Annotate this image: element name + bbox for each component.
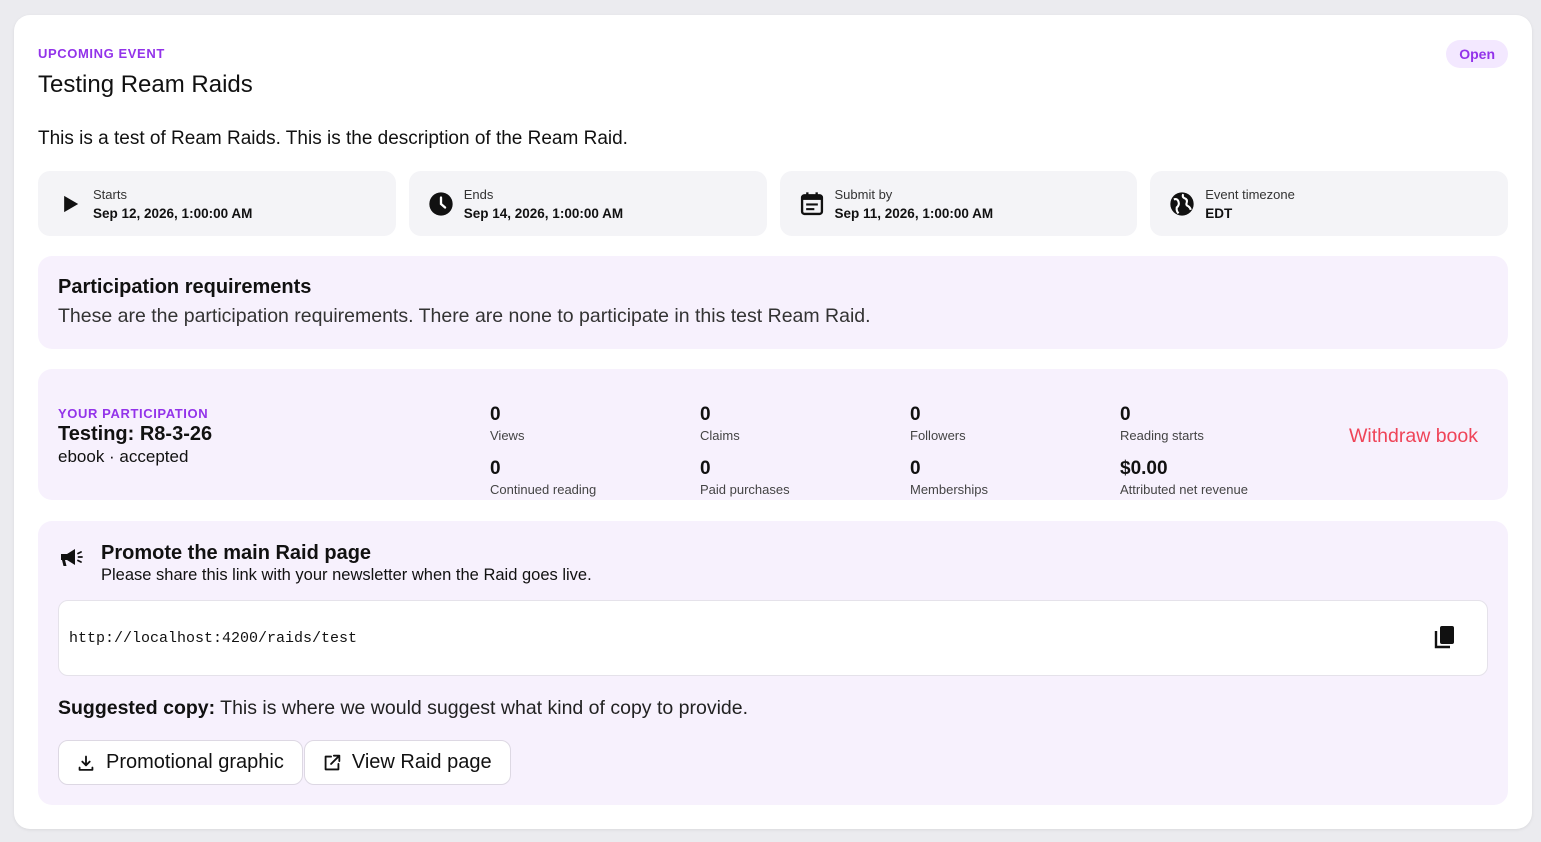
metric-label: Paid purchases	[700, 482, 790, 497]
promote-actions: Promotional graphic View Raid page	[58, 740, 511, 785]
metric-label: Claims	[700, 428, 740, 443]
promotional-graphic-label: Promotional graphic	[106, 751, 284, 773]
info-tile-ends: Ends Sep 14, 2026, 1:00:00 AM	[408, 171, 767, 236]
raid-link-text[interactable]: http://localhost:4200/raids/test	[69, 630, 357, 647]
promote-raid-panel: Promote the main Raid page Please share …	[38, 521, 1508, 805]
participation-eyebrow: YOUR PARTICIPATION	[58, 406, 209, 421]
info-tile-starts: Starts Sep 12, 2026, 1:00:00 AM	[38, 171, 396, 236]
metric-reading-starts: 0 Reading starts	[1120, 404, 1204, 443]
metric-label: Continued reading	[490, 482, 597, 497]
page-title: Testing Ream Raids	[38, 71, 253, 98]
metric-attributed-net-revenue: $0.00 Attributed net revenue	[1120, 458, 1248, 497]
metric-label: Views	[490, 428, 525, 443]
participation-subtitle: ebook · accepted	[58, 447, 189, 466]
suggested-copy: Suggested copy: This is where we would s…	[58, 697, 748, 720]
view-raid-page-button[interactable]: View Raid page	[303, 740, 511, 785]
info-label: Ends	[463, 186, 494, 202]
globe-icon	[1170, 191, 1194, 216]
download-icon	[78, 755, 94, 771]
megaphone-icon	[61, 549, 83, 566]
view-raid-page-label: View Raid page	[351, 751, 492, 773]
suggested-copy-label: Suggested copy:	[58, 697, 216, 719]
calendar-icon	[800, 191, 823, 215]
play-icon	[64, 195, 79, 212]
copy-link-button[interactable]	[1431, 623, 1459, 653]
event-eyebrow: UPCOMING EVENT	[38, 46, 165, 61]
raid-link-field[interactable]: http://localhost:4200/raids/test	[58, 600, 1488, 676]
withdraw-book-button[interactable]: Withdraw book	[1349, 425, 1478, 448]
metric-value: 0	[1120, 404, 1131, 425]
requirements-title: Participation requirements	[58, 276, 312, 298]
info-value: Sep 11, 2026, 1:00:00 AM	[834, 205, 994, 221]
promote-subtitle: Please share this link with your newslet…	[101, 566, 592, 584]
event-description: This is a test of Ream Raids. This is th…	[38, 128, 628, 149]
requirements-text: These are the participation requirements…	[58, 305, 871, 327]
metric-paid-purchases: 0 Paid purchases	[700, 458, 790, 497]
info-value: Sep 14, 2026, 1:00:00 AM	[463, 205, 624, 221]
metric-continued-reading: 0 Continued reading	[490, 458, 596, 497]
metric-label: Followers	[910, 428, 966, 443]
metric-followers: 0 Followers	[910, 404, 966, 443]
metric-claims: 0 Claims	[700, 404, 740, 443]
metric-label: Reading starts	[1120, 428, 1204, 443]
metric-value: $0.00	[1120, 458, 1168, 479]
promotional-graphic-button[interactable]: Promotional graphic	[58, 740, 303, 785]
info-tile-timezone: Event timezone EDT	[1150, 171, 1508, 236]
metric-value: 0	[700, 458, 711, 479]
metric-views: 0 Views	[490, 404, 524, 443]
info-label: Submit by	[834, 186, 893, 202]
info-value: Sep 12, 2026, 1:00:00 AM	[93, 205, 253, 221]
info-tile-submit-by: Submit by Sep 11, 2026, 1:00:00 AM	[779, 171, 1138, 236]
metric-label: Attributed net revenue	[1120, 482, 1248, 497]
event-info-row: Starts Sep 12, 2026, 1:00:00 AM Ends Sep…	[38, 171, 1508, 236]
metric-memberships: 0 Memberships	[910, 458, 988, 497]
suggested-copy-text: This is where we would suggest what kind…	[215, 697, 749, 719]
info-label: Starts	[93, 186, 127, 202]
copy-icon	[1434, 625, 1454, 648]
info-label: Event timezone	[1205, 186, 1295, 202]
info-value: EDT	[1205, 205, 1233, 221]
promote-title: Promote the main Raid page	[101, 542, 372, 564]
participation-title: Testing: R8-3-26	[58, 423, 213, 445]
metric-value: 0	[490, 458, 501, 479]
metric-value: 0	[490, 404, 501, 425]
external-link-icon	[324, 754, 341, 770]
metric-value: 0	[700, 404, 711, 425]
event-card: UPCOMING EVENT Testing Ream Raids Open T…	[14, 15, 1532, 829]
participation-requirements-panel: Participation requirements These are the…	[38, 256, 1508, 349]
metric-value: 0	[910, 404, 921, 425]
your-participation-panel: YOUR PARTICIPATION Testing: R8-3-26 eboo…	[38, 369, 1508, 500]
metric-label: Memberships	[910, 482, 989, 497]
clock-icon	[429, 191, 453, 216]
metric-value: 0	[910, 458, 921, 479]
status-badge: Open	[1446, 40, 1508, 68]
